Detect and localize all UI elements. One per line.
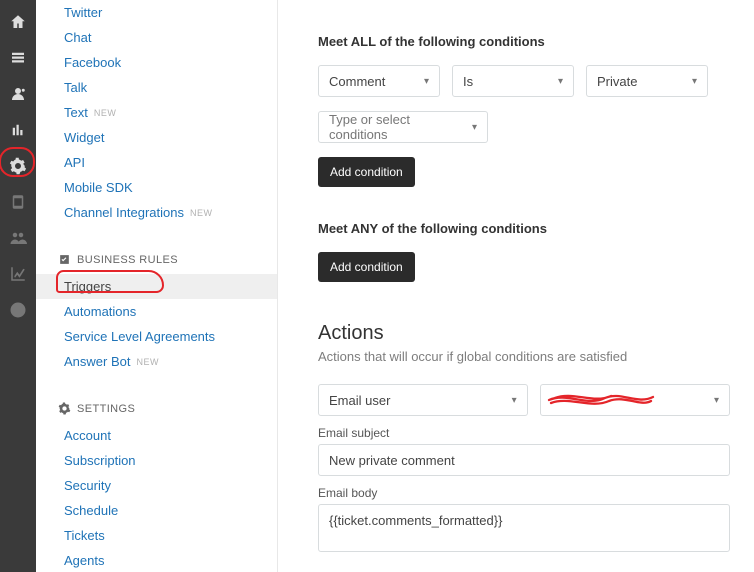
sidebar-item-label: Answer Bot [64,354,130,369]
sidebar-rule-answer-bot[interactable]: Answer Bot NEW [36,349,277,374]
actions-subtitle: Actions that will occur if global condit… [318,349,730,364]
sidebar-setting-tickets[interactable]: Tickets [36,523,277,548]
sidebar-channel-talk[interactable]: Talk [36,75,277,100]
settings-header-text: SETTINGS [77,403,135,415]
sidebar-rule-automations[interactable]: Automations [36,299,277,324]
annotation-redaction-scribble [547,389,657,411]
rail-people-icon[interactable] [0,220,36,256]
sidebar-item-label: Schedule [64,503,118,518]
business-rules-header-text: BUSINESS RULES [77,254,178,266]
chevron-down-icon: ▾ [472,122,477,133]
sidebar-item-label: Chat [64,30,91,45]
sidebar-channel-widget[interactable]: Widget [36,125,277,150]
any-conditions-heading: Meet ANY of the following conditions [318,221,730,236]
chevron-down-icon: ▾ [512,395,517,406]
sidebar-channel-mobile-sdk[interactable]: Mobile SDK [36,175,277,200]
chevron-down-icon: ▾ [558,76,563,87]
sidebar-item-label: Automations [64,304,136,319]
main-content: Meet ALL of the following conditions Com… [278,0,754,572]
icon-rail [0,0,36,572]
action-type-select[interactable]: Email user ▾ [318,384,528,416]
action-recipient-select[interactable]: ▾ [540,384,730,416]
business-rules-header: BUSINESS RULES [36,225,277,274]
rail-reports-icon[interactable] [0,112,36,148]
sidebar-item-label: Agents [64,553,104,568]
rail-apps-icon[interactable] [0,184,36,220]
sidebar-setting-account[interactable]: Account [36,423,277,448]
condition-row: Comment ▾ Is ▾ Private ▾ [318,65,708,97]
email-subject-label: Email subject [318,426,730,440]
rail-admin-icon[interactable] [0,148,36,184]
condition-field-select[interactable]: Comment ▾ [318,65,440,97]
condition-operator-select[interactable]: Is ▾ [452,65,574,97]
sidebar-channel-chat[interactable]: Chat [36,25,277,50]
condition-field-value: Comment [329,74,385,89]
check-box-icon [58,253,71,266]
new-badge: NEW [94,108,117,118]
chevron-down-icon: ▾ [692,76,697,87]
sidebar-item-label: Subscription [64,453,136,468]
sidebar-setting-agents[interactable]: Agents [36,548,277,572]
sidebar-item-label: Facebook [64,55,121,70]
rail-home-icon[interactable] [0,4,36,40]
chevron-down-icon: ▾ [714,395,719,406]
sidebar-channel-facebook[interactable]: Facebook [36,50,277,75]
sidebar-channel-twitter[interactable]: Twitter [36,0,277,25]
chevron-down-icon: ▾ [424,76,429,87]
new-badge: NEW [190,208,213,218]
sidebar-item-label: Channel Integrations [64,205,184,220]
action-type-value: Email user [329,393,390,408]
type-or-select-placeholder: Type or select conditions [329,112,472,142]
sidebar-item-label: Text [64,105,88,120]
all-conditions-heading: Meet ALL of the following conditions [318,34,730,49]
action-row: Email user ▾ ▾ [318,384,730,416]
sidebar-item-label: Service Level Agreements [64,329,215,344]
new-badge: NEW [136,357,159,367]
rail-customers-icon[interactable] [0,76,36,112]
sidebar-item-label: Tickets [64,528,105,543]
add-condition-button-any[interactable]: Add condition [318,252,415,282]
settings-sidebar: Twitter Chat Facebook Talk Text NEW Widget API M… [36,0,278,572]
add-condition-button-all[interactable]: Add condition [318,157,415,187]
email-body-label: Email body [318,486,730,500]
sidebar-item-label: Account [64,428,111,443]
sidebar-rule-triggers[interactable]: Triggers [36,274,277,299]
sidebar-item-label: Security [64,478,111,493]
settings-header: SETTINGS [36,374,277,423]
sidebar-item-label: Triggers [64,279,111,294]
sidebar-item-label: Talk [64,80,87,95]
sidebar-setting-security[interactable]: Security [36,473,277,498]
sidebar-rule-service-level-agreements[interactable]: Service Level Agreements [36,324,277,349]
condition-value-select[interactable]: Private ▾ [586,65,708,97]
rail-clock-icon[interactable] [0,292,36,328]
email-body-textarea[interactable]: {{ticket.comments_formatted}} [318,504,730,552]
sidebar-item-label: Widget [64,130,104,145]
condition-value-value: Private [597,74,637,89]
sidebar-item-label: API [64,155,85,170]
gear-icon [58,402,71,415]
type-or-select-conditions[interactable]: Type or select conditions ▾ [318,111,488,143]
email-subject-input[interactable] [318,444,730,476]
sidebar-item-label: Twitter [64,5,102,20]
actions-title: Actions [318,322,730,345]
rail-analytics-icon[interactable] [0,256,36,292]
sidebar-channel-channel-integrations[interactable]: Channel Integrations NEW [36,200,277,225]
sidebar-setting-subscription[interactable]: Subscription [36,448,277,473]
sidebar-setting-schedule[interactable]: Schedule [36,498,277,523]
rail-views-icon[interactable] [0,40,36,76]
condition-operator-value: Is [463,74,473,89]
sidebar-item-label: Mobile SDK [64,180,133,195]
sidebar-channel-api[interactable]: API [36,150,277,175]
sidebar-channel-text[interactable]: Text NEW [36,100,277,125]
